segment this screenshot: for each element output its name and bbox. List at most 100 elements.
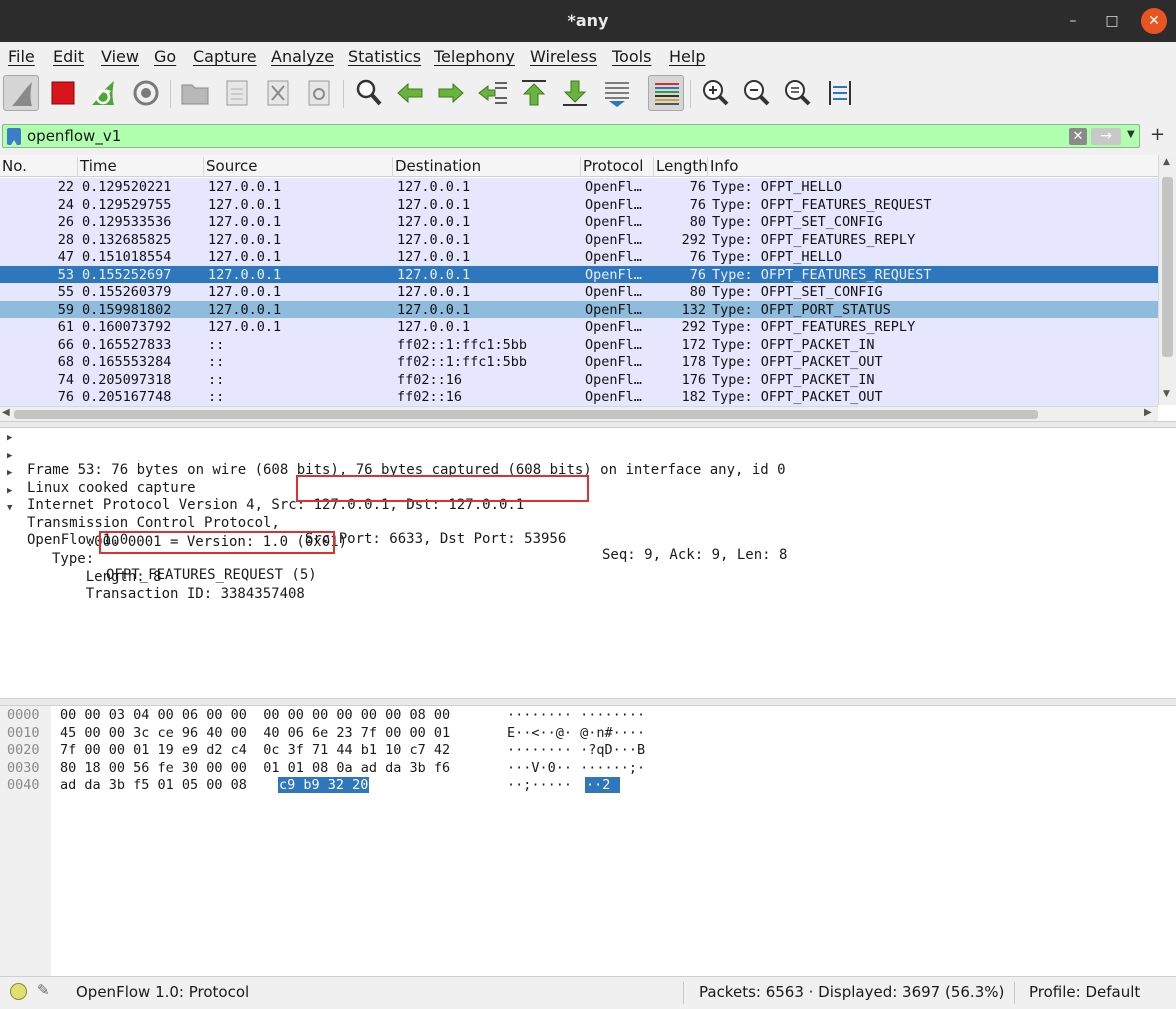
tree-item-linux-cooked[interactable]: ▶ Linux cooked capture <box>0 448 1176 496</box>
menu-telephony[interactable]: Telephony <box>434 47 515 66</box>
normal-size-icon[interactable] <box>780 75 816 111</box>
clear-filter-icon[interactable]: ✕ <box>1069 128 1087 145</box>
pane-splitter[interactable] <box>0 421 1176 428</box>
byte-ascii[interactable]: ···V·0·· ······;· <box>507 760 645 776</box>
go-last-packet-icon[interactable] <box>557 75 593 111</box>
packet-row[interactable]: 22 0.129520221 127.0.0.1 127.0.0.1 OpenFl… 76… <box>0 178 1158 196</box>
menu-tools[interactable]: Tools <box>612 47 651 66</box>
display-filter-field[interactable]: ✕ → ▼ <box>2 124 1140 148</box>
menu-help[interactable]: Help <box>669 47 705 66</box>
tree-item-frame[interactable]: ▶ Frame 53: 76 bytes on wire (608 bits),… <box>0 430 1176 478</box>
go-first-packet-icon[interactable] <box>516 75 552 111</box>
menu-analyze[interactable]: Analyze <box>271 47 334 66</box>
zoom-out-icon[interactable] <box>739 75 775 111</box>
bookmark-icon[interactable] <box>7 128 21 145</box>
packet-cell-proto: OpenFl… <box>585 179 642 195</box>
go-to-packet-icon[interactable] <box>475 75 511 111</box>
go-back-icon[interactable] <box>392 75 428 111</box>
column-destination[interactable]: Destination <box>393 157 581 177</box>
packet-row[interactable]: 55 0.155260379 127.0.0.1 127.0.0.1 OpenFl… 80… <box>0 283 1158 301</box>
byte-hex[interactable]: 45 00 00 3c ce 96 40 00 40 06 6e 23 7f 0… <box>60 725 450 741</box>
tree-item-length[interactable]: Length: 8 <box>52 553 162 585</box>
packet-row[interactable]: 76 0.205167748:: ff02::16 OpenFl… 182 Type: O… <box>0 388 1158 406</box>
column-length[interactable]: Length <box>654 157 708 177</box>
menu-view[interactable]: View <box>101 47 139 66</box>
highlighted-bytes-ascii[interactable]: ··2 <box>585 777 620 793</box>
packet-row[interactable]: 74 0.205097318:: ff02::16 OpenFl… 176 Type: O… <box>0 370 1158 388</box>
byte-ascii[interactable]: ··;····· <box>507 777 572 793</box>
colorize-icon[interactable] <box>648 75 684 111</box>
status-profile[interactable]: Profile: Default <box>1029 983 1140 1001</box>
menu-edit[interactable]: Edit <box>53 47 84 66</box>
menu-statistics[interactable]: Statistics <box>348 47 421 66</box>
restart-capture-icon[interactable] <box>86 75 122 111</box>
column-protocol[interactable]: Protocol <box>581 157 654 177</box>
auto-scroll-icon[interactable] <box>599 75 635 111</box>
go-forward-icon[interactable] <box>433 75 469 111</box>
byte-hex[interactable]: 7f 00 00 01 19 e9 d2 c4 0c 3f 71 44 b1 1… <box>60 742 450 758</box>
packet-row[interactable]: 28 0.132685825 127.0.0.1 127.0.0.1 OpenFl… 29… <box>0 230 1158 248</box>
byte-hex[interactable]: 80 18 00 56 fe 30 00 00 01 01 08 0a ad d… <box>60 760 450 776</box>
scroll-up-icon[interactable]: ▲ <box>1163 157 1170 167</box>
menu-capture[interactable]: Capture <box>193 47 257 66</box>
scroll-left-icon[interactable]: ◀ <box>2 407 10 418</box>
reload-file-icon[interactable] <box>301 75 337 111</box>
column-source[interactable]: Source <box>204 157 393 177</box>
column-info[interactable]: Info <box>708 157 1158 177</box>
capture-comment-icon[interactable]: ✎ <box>37 981 50 999</box>
packet-row[interactable]: 47 0.151018554 127.0.0.1 127.0.0.1 OpenFl… 76… <box>0 248 1158 266</box>
scroll-thumb[interactable] <box>14 410 1038 419</box>
find-packet-icon[interactable] <box>351 75 387 111</box>
close-file-icon[interactable] <box>260 75 296 111</box>
maximize-icon[interactable]: □ <box>1099 8 1125 34</box>
packet-list-vscrollbar[interactable]: ▲ ▼ <box>1158 155 1176 405</box>
byte-hex[interactable]: 00 00 03 04 00 06 00 00 00 00 00 00 00 0… <box>60 707 450 723</box>
menu-file[interactable]: File <box>8 47 35 66</box>
packet-list-hscrollbar[interactable]: ◀ ▶ <box>0 406 1158 421</box>
packet-row[interactable]: 66 0.165527833:: ff02::1:ffc1:5bb OpenFl… 17… <box>0 335 1158 353</box>
close-icon[interactable]: ✕ <box>1141 8 1167 34</box>
add-filter-button-icon[interactable]: + <box>1150 124 1165 145</box>
zoom-in-icon[interactable] <box>698 75 734 111</box>
tree-item-transaction-id[interactable]: Transaction ID: 3384357408 <box>52 570 305 602</box>
packet-row[interactable]: 24 0.129529755 127.0.0.1 127.0.0.1 OpenFl… 76… <box>0 195 1158 213</box>
minimize-icon[interactable]: – <box>1060 8 1086 34</box>
expand-icon[interactable]: ▶ <box>7 468 12 478</box>
shark-fin-start-icon[interactable] <box>3 75 39 111</box>
expand-icon[interactable]: ▶ <box>7 486 12 496</box>
open-file-icon[interactable] <box>177 75 213 111</box>
packet-row[interactable]: 68 0.165553284:: ff02::1:ffc1:5bb OpenFl… 17… <box>0 353 1158 371</box>
apply-filter-icon[interactable]: → <box>1091 128 1121 145</box>
expand-icon[interactable]: ▶ <box>7 433 12 443</box>
chevron-down-icon[interactable]: ▼ <box>1127 129 1135 140</box>
pane-splitter[interactable] <box>0 698 1176 706</box>
byte-ascii[interactable]: ········ ········ <box>507 707 645 723</box>
byte-ascii[interactable]: ········ ·?qD···B <box>507 742 645 758</box>
save-file-icon[interactable] <box>219 75 255 111</box>
capture-options-icon[interactable] <box>128 75 164 111</box>
packet-row[interactable]: 61 0.160073792 127.0.0.1 127.0.0.1 OpenFl… 29… <box>0 318 1158 336</box>
byte-off: 0020 <box>7 742 40 758</box>
menu-go[interactable]: Go <box>154 47 176 66</box>
column-no[interactable]: No. <box>0 157 78 177</box>
scroll-right-icon[interactable]: ▶ <box>1144 407 1152 418</box>
column-time[interactable]: Time <box>78 157 204 177</box>
byte-ascii[interactable]: E··<··@· @·n#···· <box>507 725 645 741</box>
expert-info-icon[interactable] <box>10 983 27 1000</box>
packet-row[interactable]: 26 0.129533536 127.0.0.1 127.0.0.1 OpenFl… 80… <box>0 213 1158 231</box>
byte-hex[interactable]: ad da 3b f5 01 05 00 08 <box>60 777 247 793</box>
packet-row[interactable]: 59 0.159981802 127.0.0.1 127.0.0.1 OpenFl… 13… <box>0 300 1158 318</box>
highlighted-bytes-hex[interactable]: c9 b9 32 20 <box>278 777 370 793</box>
stop-capture-icon[interactable] <box>45 75 81 111</box>
expand-icon[interactable]: ▶ <box>7 451 12 461</box>
scroll-thumb[interactable] <box>1162 177 1173 357</box>
collapse-icon[interactable]: ▼ <box>7 503 12 513</box>
menu-wireless[interactable]: Wireless <box>530 47 597 66</box>
packet-row[interactable]: 53 0.155252697 127.0.0.1 127.0.0.1 OpenFl… 76… <box>0 265 1158 283</box>
status-separator <box>683 982 684 1004</box>
scroll-down-icon[interactable]: ▼ <box>1163 389 1170 399</box>
display-filter-input[interactable] <box>27 126 1057 146</box>
tree-item-openflow[interactable]: ▼ OpenFlow 1.0 <box>0 500 1176 548</box>
resize-columns-icon[interactable] <box>822 75 858 111</box>
packet-cell-len: 132 <box>681 301 706 318</box>
